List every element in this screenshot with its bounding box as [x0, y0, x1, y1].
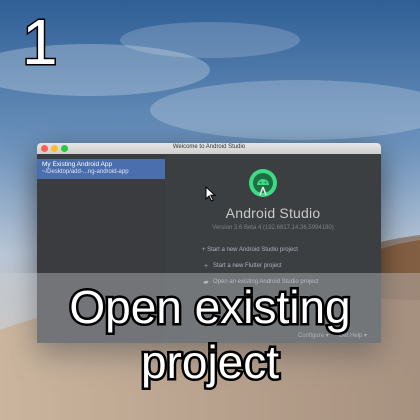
step-number: 1 [21, 6, 60, 78]
action-new-android-project[interactable]: + Start a new Android Studio project [202, 242, 318, 258]
recent-project-name: My Existing Android App [42, 161, 113, 168]
plus-icon: + [203, 262, 209, 270]
window-titlebar[interactable]: Welcome to Android Studio [37, 143, 381, 154]
recent-project-item[interactable]: My Existing Android App ~/Desktop/add-..… [37, 159, 165, 179]
android-studio-logo-icon [249, 169, 277, 197]
recent-project-path: ~/Desktop/add-...ng-android-app [42, 168, 129, 175]
caption-line-2: project [138, 336, 281, 388]
action-new-flutter-project[interactable]: + Start a new Flutter project [202, 258, 318, 274]
caption-line-1: Open existing [67, 281, 353, 333]
app-name: Android Studio [225, 205, 321, 221]
action-label: + Start a new Android Studio project [202, 247, 298, 253]
version-text: Version 3.6 Beta 4 (192.6817.14.36.59941… [212, 225, 334, 231]
mouse-pointer-icon [205, 186, 217, 202]
window-title: Welcome to Android Studio [172, 144, 246, 150]
action-label: Start a new Flutter project [213, 263, 282, 269]
